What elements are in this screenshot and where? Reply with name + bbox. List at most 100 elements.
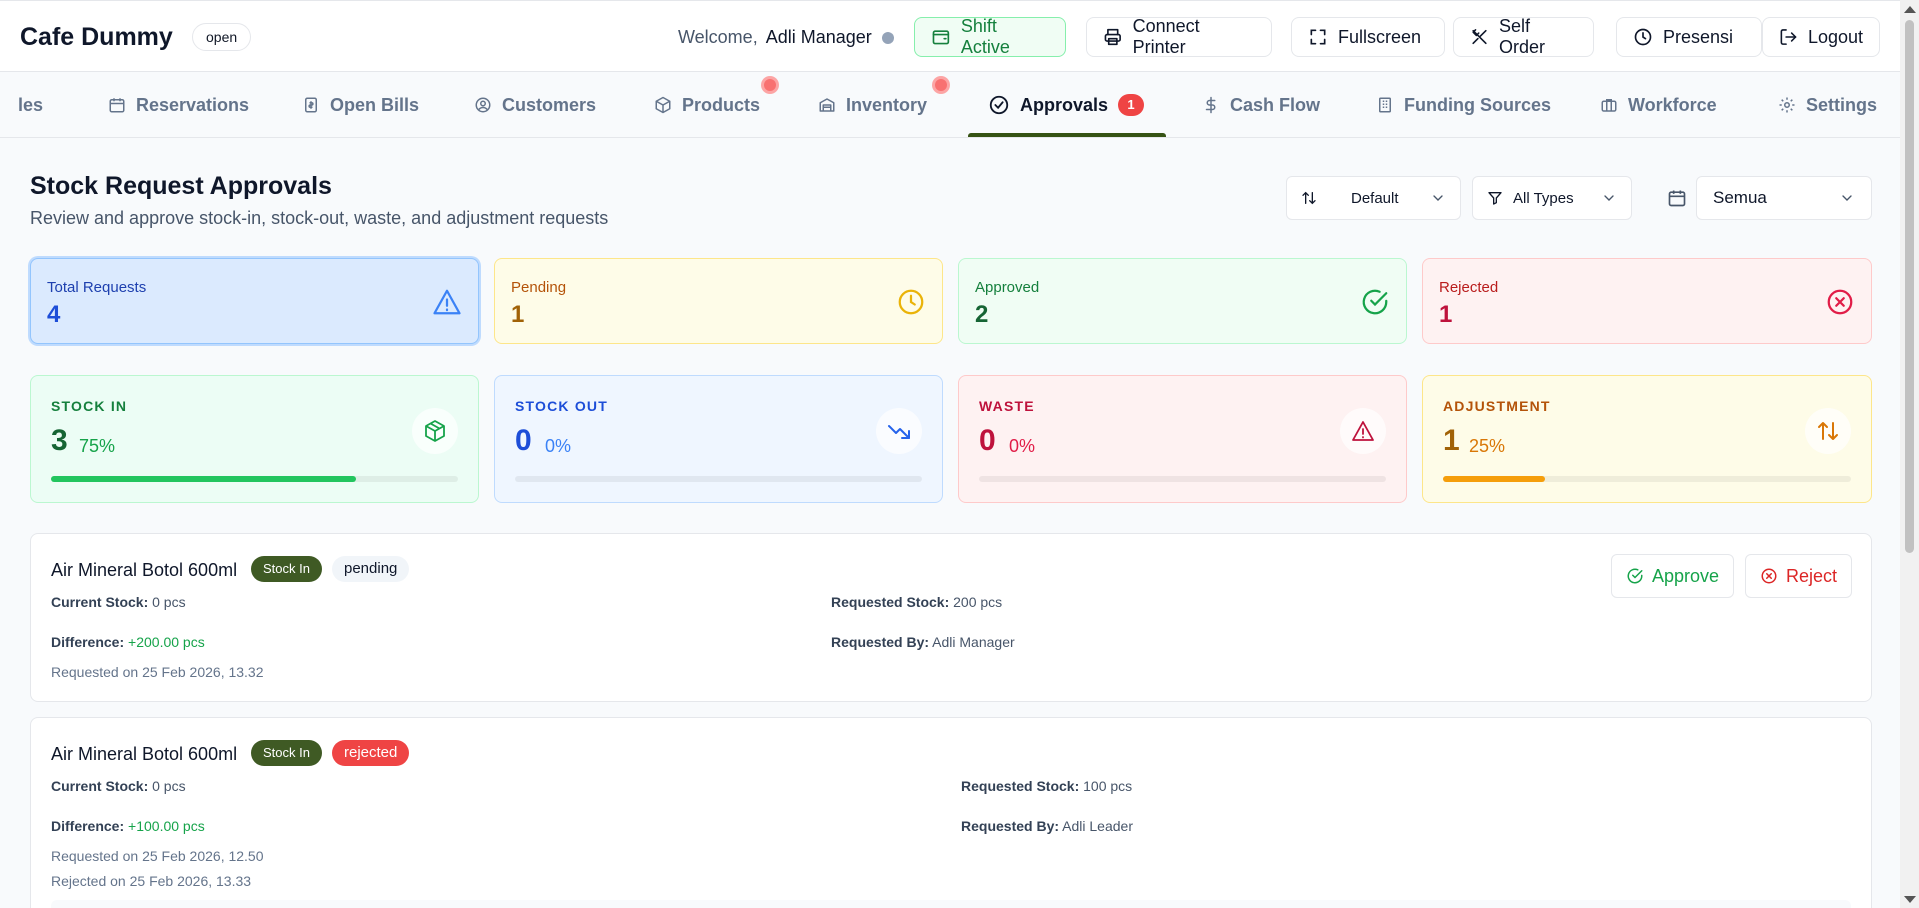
fullscreen-icon: [1310, 29, 1326, 45]
stat-approved[interactable]: Approved 2: [958, 258, 1407, 344]
tab-workforce[interactable]: Workforce: [1600, 72, 1717, 137]
warehouse-icon: [819, 98, 835, 112]
gear-icon: [1779, 97, 1795, 113]
dollar-icon: [1205, 96, 1216, 114]
chevron-down-icon: [1604, 195, 1614, 201]
filter-icon: [1488, 192, 1502, 205]
request-status-badge: rejected: [332, 740, 410, 766]
requested-stock-field: Requested Stock: 100 pcs: [961, 778, 1133, 794]
stat-pending[interactable]: Pending 1: [494, 258, 943, 344]
stock-in-progress: [51, 476, 458, 482]
self-order-button[interactable]: Self Order: [1453, 16, 1594, 57]
requested-stock-field: Requested Stock: 200 pcs: [831, 594, 1003, 610]
sort-arrows-icon: [1818, 422, 1838, 440]
difference-field: Difference: +200.00 pcs: [51, 634, 205, 650]
request-product-name: Air Mineral Botol 600ml: [51, 744, 238, 764]
user-status-dot: [882, 32, 894, 44]
scrollbar-thumb[interactable]: [1905, 20, 1914, 553]
requested-on-text: Requested on 25 Feb 2026, 13.32: [51, 664, 264, 680]
approvals-count-badge: 1: [1118, 94, 1145, 116]
package-icon: [655, 96, 671, 114]
current-stock-field: Current Stock: 0 pcs: [51, 778, 186, 794]
presensi-button[interactable]: Presensi: [1616, 17, 1762, 57]
page-title: Stock Request Approvals: [30, 172, 332, 200]
request-card: Air Mineral Botol 600ml Stock In pending…: [30, 533, 1872, 702]
sort-arrows-icon: [1302, 191, 1316, 205]
printer-icon: [1104, 28, 1121, 46]
reject-button[interactable]: Reject: [1745, 554, 1853, 598]
check-circle-icon: [989, 95, 1009, 115]
sort-select[interactable]: Default: [1286, 176, 1461, 220]
alert-triangle-icon: [433, 289, 461, 315]
x-circle-icon: [1827, 289, 1853, 315]
chevron-down-icon: [1433, 195, 1443, 201]
rejection-note: [51, 900, 1851, 908]
package-icon: [425, 420, 445, 442]
type-card-stock-in[interactable]: STOCK IN 3 75%: [30, 375, 479, 503]
current-stock-field: Current Stock: 0 pcs: [51, 594, 186, 610]
requested-by-field: Requested By: Adli Leader: [961, 818, 1133, 834]
wallet-icon: [932, 30, 950, 45]
request-type-badge: Stock In: [251, 556, 322, 582]
store-status-badge: open: [192, 23, 252, 51]
calendar-icon: [1668, 190, 1686, 207]
inventory-notification-dot: [932, 76, 950, 94]
scroll-up-arrow[interactable]: [1904, 6, 1916, 13]
page-scrollbar[interactable]: [1900, 0, 1919, 908]
tab-inventory[interactable]: Inventory: [818, 72, 927, 137]
clock-icon: [1634, 28, 1652, 46]
fullscreen-button[interactable]: Fullscreen: [1291, 17, 1445, 57]
tab-funding-sources[interactable]: Funding Sources: [1376, 72, 1551, 137]
x-circle-icon: [1761, 568, 1777, 584]
rejected-on-text: Rejected on 25 Feb 2026, 13.33: [51, 873, 252, 889]
page-subtitle: Review and approve stock-in, stock-out, …: [30, 208, 609, 228]
type-card-adjustment[interactable]: ADJUSTMENT 1 25%: [1422, 375, 1872, 503]
request-status-badge: pending: [332, 556, 410, 582]
briefcase-icon: [1601, 99, 1617, 112]
stat-rejected[interactable]: Rejected 1: [1422, 258, 1872, 344]
user-name: Adli Manager: [765, 27, 872, 47]
tab-cash-flow[interactable]: Cash Flow: [1202, 72, 1320, 137]
type-card-waste[interactable]: WASTE 0 0%: [958, 375, 1407, 503]
user-circle-icon: [475, 97, 491, 113]
logout-button[interactable]: Logout: [1762, 17, 1880, 57]
type-filter-select[interactable]: All Types: [1472, 176, 1632, 220]
waste-progress: [979, 476, 1386, 482]
utensils-icon: [1472, 29, 1487, 45]
receipt-icon: [305, 97, 317, 113]
check-circle-icon: [1627, 568, 1643, 584]
logout-icon: [1780, 29, 1797, 45]
check-circle-icon: [1362, 289, 1388, 315]
active-tab-indicator: [968, 133, 1166, 137]
calendar-icon: [109, 98, 125, 113]
tab-approvals[interactable]: Approvals 1: [968, 72, 1166, 137]
difference-field: Difference: +100.00 pcs: [51, 818, 205, 834]
app-header: Cafe Dummy open Welcome, Adli Manager Shi…: [0, 0, 1900, 72]
stat-total-requests[interactable]: Total Requests 4: [30, 258, 479, 344]
tab-products[interactable]: Products: [654, 72, 760, 137]
tab-open-bills[interactable]: Open Bills: [302, 72, 419, 137]
tab-customers[interactable]: Customers: [474, 72, 596, 137]
welcome-text: Welcome, Adli Manager: [678, 27, 872, 47]
products-notification-dot: [761, 76, 779, 94]
main-tabs: les Reservations Open Bills Customers Pr…: [0, 72, 1900, 138]
clock-icon: [898, 289, 924, 315]
request-card: Air Mineral Botol 600ml Stock In rejecte…: [30, 717, 1872, 908]
chevron-down-icon: [1842, 195, 1852, 201]
tab-reservations[interactable]: Reservations: [108, 72, 249, 137]
requested-on-text: Requested on 25 Feb 2026, 12.50: [51, 848, 264, 864]
adjustment-progress: [1443, 476, 1851, 482]
request-type-badge: Stock In: [251, 740, 322, 766]
request-product-name: Air Mineral Botol 600ml: [51, 560, 238, 580]
connect-printer-button[interactable]: Connect Printer: [1086, 16, 1272, 57]
tab-settings[interactable]: Settings: [1778, 72, 1877, 137]
stock-out-progress: [515, 476, 922, 482]
tab-sales[interactable]: les: [18, 72, 43, 137]
approve-button[interactable]: Approve: [1611, 554, 1735, 598]
alert-triangle-icon: [1352, 421, 1374, 441]
scroll-down-arrow[interactable]: [1904, 896, 1916, 903]
trending-down-icon: [888, 425, 910, 439]
shift-active-button[interactable]: Shift Active: [914, 16, 1066, 57]
date-filter-select[interactable]: Semua: [1696, 176, 1872, 220]
type-card-stock-out[interactable]: STOCK OUT 0 0%: [494, 375, 943, 503]
